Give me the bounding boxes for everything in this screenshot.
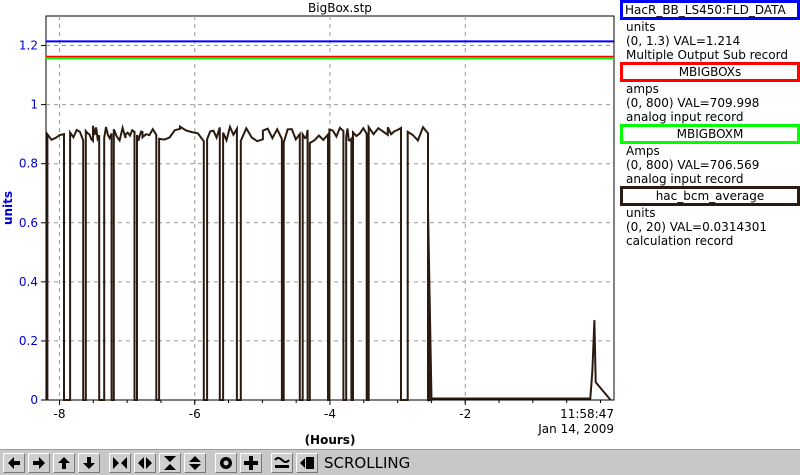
y-tick-label: 0.8 — [19, 157, 38, 171]
legend-name-box[interactable]: HacR_BB_LS450:FLD_DATA — [620, 0, 800, 20]
toolbar: SCROLLING — [0, 449, 800, 475]
cursor-icon[interactable] — [215, 452, 237, 473]
legend-name-box[interactable]: MBIGBOXs — [620, 62, 800, 82]
zoom-in-y-icon[interactable] — [159, 452, 181, 473]
legend-unit: Amps — [626, 144, 660, 158]
timestamp-time: 11:58:47 — [560, 407, 614, 421]
legend-range: (0, 800) VAL=709.998 — [626, 96, 760, 110]
zoom-in-x-icon[interactable] — [109, 452, 131, 473]
pan-icon[interactable] — [296, 452, 318, 473]
arrow-right-icon[interactable] — [28, 452, 50, 473]
legend-kind: calculation record — [626, 234, 734, 248]
crosshair-icon[interactable] — [240, 452, 262, 473]
legend-range: (0, 1.3) VAL=1.214 — [626, 34, 741, 48]
y-tick-label: 0 — [30, 393, 38, 407]
legend-name-box[interactable]: MBIGBOXM — [620, 124, 800, 144]
legend-name-box[interactable]: hac_bcm_average — [620, 186, 800, 206]
y-tick-label: 1 — [30, 98, 38, 112]
timestamp-date: Jan 14, 2009 — [537, 422, 614, 436]
x-tick-label: -2 — [459, 407, 471, 421]
legend: HacR_BB_LS450:FLD_DATA units (0, 1.3) VA… — [620, 0, 800, 248]
y-axis-label: units — [1, 191, 15, 225]
zoom-out-y-icon[interactable] — [184, 452, 206, 473]
legend-entry-1[interactable]: HacR_BB_LS450:FLD_DATA units (0, 1.3) VA… — [620, 0, 800, 62]
legend-kind: analog input record — [626, 172, 744, 186]
y-tick-label: 1.2 — [19, 39, 38, 53]
x-tick-label: -6 — [189, 407, 201, 421]
zoom-out-x-icon[interactable] — [134, 452, 156, 473]
status-label: SCROLLING — [324, 453, 411, 472]
x-tick-label: -8 — [54, 407, 66, 421]
legend-unit: units — [626, 206, 656, 220]
y-tick-label: 0.2 — [19, 334, 38, 348]
chart-area[interactable]: 0 0.2 0.4 0.6 0.8 1 1.2 -8 -6 -4 -2 BigBox.stp units… — [0, 0, 620, 449]
legend-entry-4[interactable]: hac_bcm_average units (0, 20) VAL=0.0314… — [620, 186, 800, 248]
legend-kind: Multiple Output Sub record — [626, 48, 788, 62]
legend-range: (0, 20) VAL=0.0314301 — [626, 220, 767, 234]
legend-range: (0, 800) VAL=706.569 — [626, 158, 760, 172]
legend-unit: units — [626, 20, 656, 34]
x-tick-label: -4 — [324, 407, 336, 421]
legend-entry-2[interactable]: MBIGBOXs amps (0, 800) VAL=709.998 analo… — [620, 62, 800, 124]
arrow-down-icon[interactable] — [78, 452, 100, 473]
x-axis-label: (Hours) — [305, 433, 356, 447]
arrow-up-icon[interactable] — [53, 452, 75, 473]
autoscale-icon[interactable] — [271, 452, 293, 473]
legend-entry-3[interactable]: MBIGBOXM Amps (0, 800) VAL=706.569 analo… — [620, 124, 800, 186]
chart-title: BigBox.stp — [308, 1, 372, 15]
legend-unit: amps — [626, 82, 659, 96]
y-tick-label: 0.4 — [19, 275, 38, 289]
y-tick-label: 0.6 — [19, 216, 38, 230]
arrow-left-icon[interactable] — [3, 452, 25, 473]
legend-kind: analog input record — [626, 110, 744, 124]
